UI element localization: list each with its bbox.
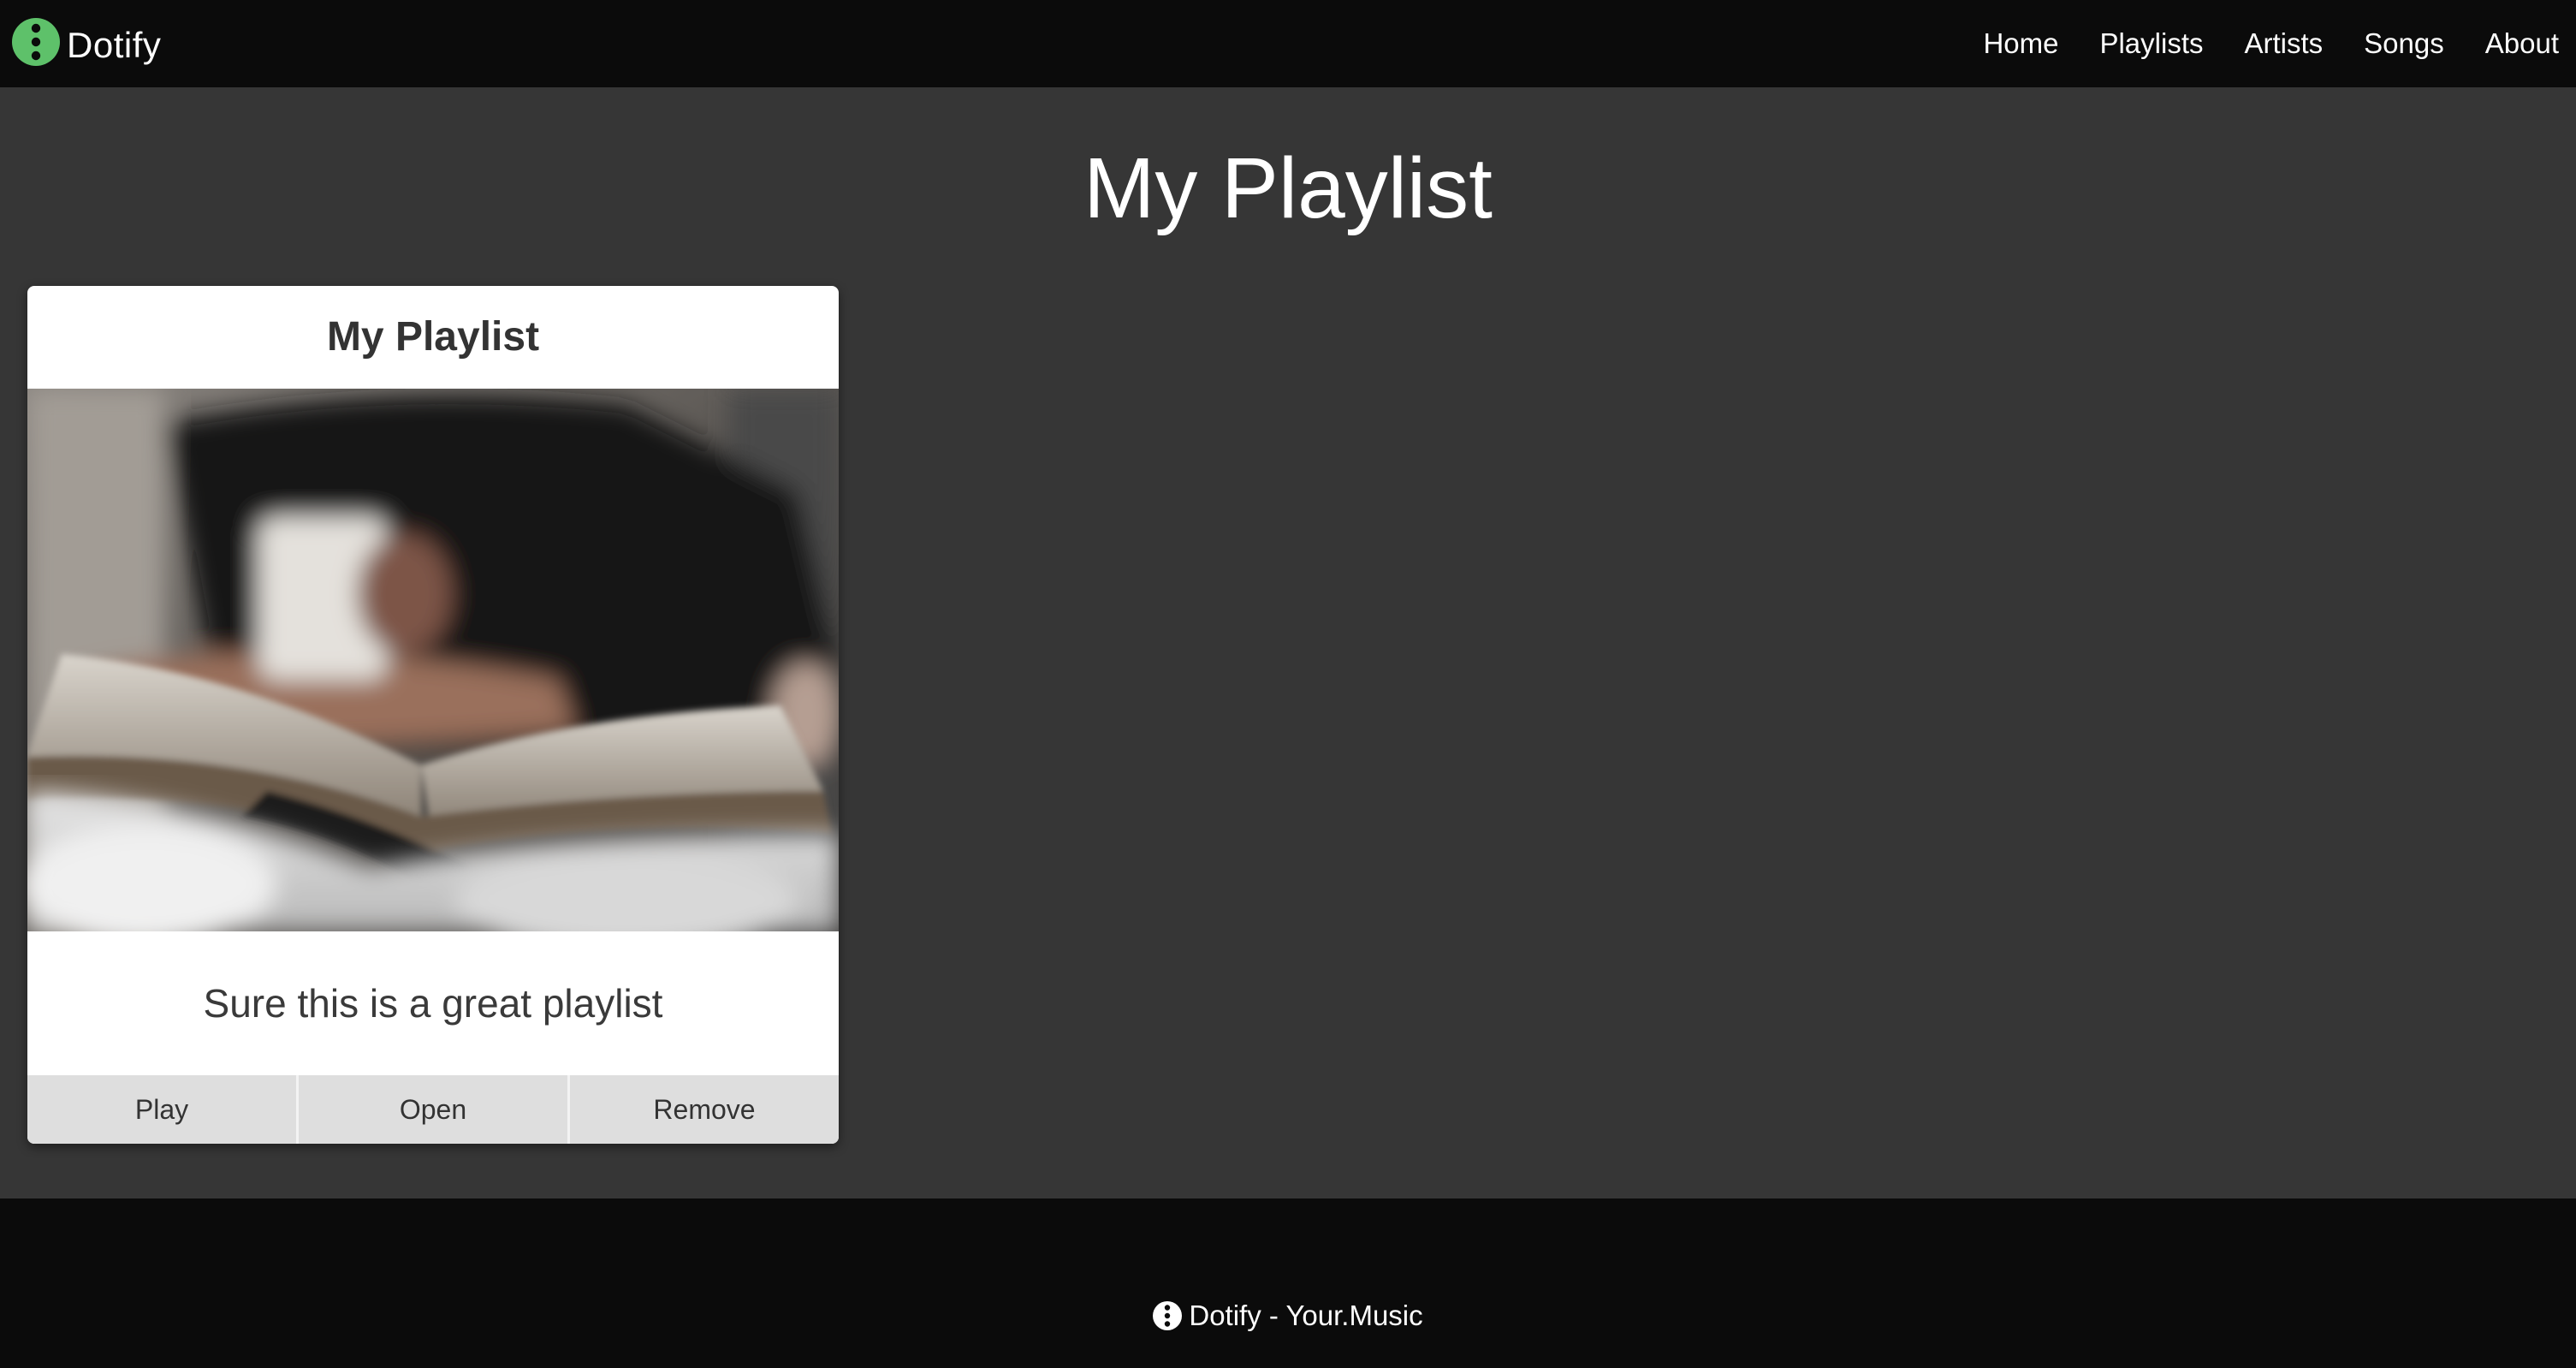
playlist-card-description: Sure this is a great playlist — [203, 981, 663, 1026]
nav-links: Home Playlists Artists Songs About — [1942, 0, 2559, 87]
playlist-cover-image — [27, 389, 839, 931]
nav-link-artists[interactable]: Artists — [2245, 27, 2324, 60]
top-navbar: Dotify Home Playlists Artists Songs Abou… — [0, 0, 2576, 87]
brand-link[interactable]: Dotify — [12, 17, 161, 67]
open-button[interactable]: Open — [299, 1075, 570, 1144]
main-content: My Playlist My Playlist Sure this is a g… — [0, 87, 2576, 1198]
remove-button[interactable]: Remove — [570, 1075, 839, 1144]
footer-brand: Dotify - Your.Music — [0, 1300, 2576, 1332]
playlist-card-actions: Play Open Remove — [27, 1075, 839, 1144]
dotify-logo-icon — [12, 18, 60, 66]
footer-text: Dotify - Your.Music — [1189, 1300, 1423, 1331]
dotify-logo-icon — [1153, 1301, 1183, 1330]
play-button[interactable]: Play — [27, 1075, 299, 1144]
nav-link-about[interactable]: About — [2485, 27, 2559, 60]
nav-link-home[interactable]: Home — [1983, 27, 2058, 60]
playlist-card-title: My Playlist — [326, 314, 540, 360]
brand-name: Dotify — [67, 25, 162, 65]
page-title: My Playlist — [1083, 140, 1493, 236]
nav-link-playlists[interactable]: Playlists — [2099, 27, 2203, 60]
page-footer: Dotify - Your.Music — [0, 1198, 2576, 1368]
nav-link-songs[interactable]: Songs — [2364, 27, 2444, 60]
playlist-card: My Playlist Sure this is a great playlis… — [27, 286, 839, 1144]
